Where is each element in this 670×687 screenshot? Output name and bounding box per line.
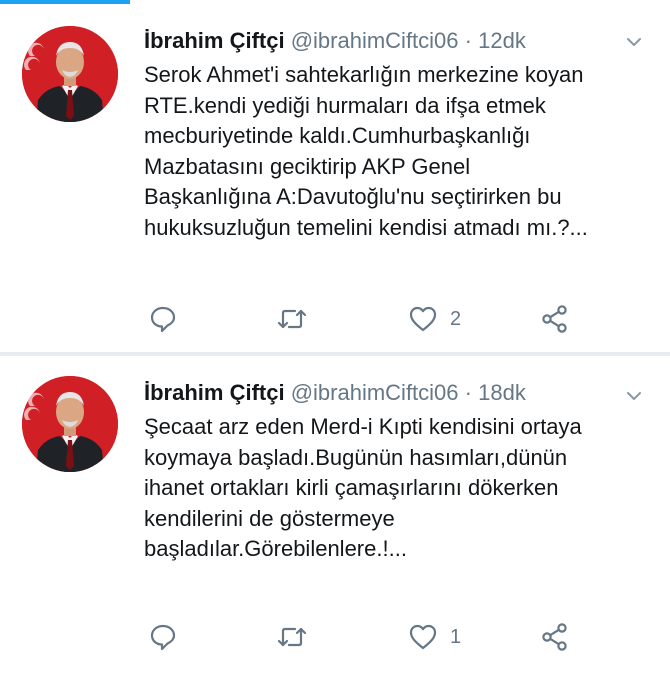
tweet-text-line: Mazbatasını geciktirip AKP Genel bbox=[144, 153, 471, 179]
chevron-down-icon[interactable] bbox=[626, 34, 642, 50]
reply-icon bbox=[150, 306, 176, 333]
tweet-text-line: Serok Ahmet'i sahtekarlığın merkezine ko… bbox=[144, 62, 584, 87]
tweet-text-line: Başkanlığına A:Davutoğlu'nu seçtirirken … bbox=[144, 184, 562, 209]
reply-button[interactable] bbox=[148, 620, 178, 654]
tweet-text-line: koymaya başladı.Bugünün hasımları,dünün bbox=[144, 444, 568, 470]
tweet-text-line: ihanet ortakları kirli çamaşırlarını dök… bbox=[144, 475, 559, 500]
like-button[interactable]: 1 bbox=[408, 620, 461, 654]
separator-dot: · bbox=[464, 28, 472, 53]
tweet-header: İbrahim Çiftçi @ibrahimCiftci06 · 18dk bbox=[144, 378, 640, 408]
tweet-text-line: başladılar.Görebilenlere.!... bbox=[144, 536, 407, 561]
tweet-text-line: hukuksuzluğun temelini kendisi atmadı mı… bbox=[144, 214, 588, 240]
share-button[interactable] bbox=[540, 620, 570, 654]
share-icon bbox=[542, 623, 567, 651]
author-name[interactable]: İbrahim Çiftçi bbox=[144, 28, 285, 53]
tweet-text-line: RTE.kendi yediği hurmaları da ifşa etmek bbox=[144, 92, 546, 118]
tweet-actions: 1 bbox=[0, 620, 670, 654]
tweet-actions: 2 bbox=[0, 302, 670, 336]
tweet-card[interactable]: İbrahim Çiftçi @ibrahimCiftci06 · 12dk S… bbox=[0, 0, 670, 352]
retweet-button[interactable] bbox=[276, 620, 308, 654]
tweet-text: Serok Ahmet'i sahtekarlığın merkezine ko… bbox=[144, 60, 644, 243]
like-count: 2 bbox=[450, 307, 462, 330]
share-icon bbox=[542, 305, 567, 333]
avatar[interactable] bbox=[22, 376, 118, 472]
timestamp[interactable]: 18dk bbox=[478, 380, 526, 405]
tweet-header: İbrahim Çiftçi @ibrahimCiftci06 · 12dk bbox=[144, 26, 640, 56]
tweet-text-line: mecburiyetinde kaldı.Cumhurbaşkanlığı bbox=[144, 123, 531, 148]
chevron-down-icon[interactable] bbox=[626, 388, 642, 404]
reply-button[interactable] bbox=[148, 302, 178, 336]
share-button[interactable] bbox=[540, 302, 570, 336]
tweet-card[interactable]: İbrahim Çiftçi @ibrahimCiftci06 · 18dk Ş… bbox=[0, 356, 670, 687]
author-handle[interactable]: @ibrahimCiftci06 bbox=[291, 28, 459, 53]
heart-icon bbox=[409, 306, 437, 332]
retweet-button[interactable] bbox=[276, 302, 308, 336]
retweet-icon bbox=[277, 627, 307, 647]
avatar[interactable] bbox=[22, 26, 118, 122]
author-handle[interactable]: @ibrahimCiftci06 bbox=[291, 380, 459, 405]
tweet-text-line: kendilerini de göstermeye bbox=[144, 505, 395, 531]
author-name[interactable]: İbrahim Çiftçi bbox=[144, 380, 285, 405]
timestamp[interactable]: 12dk bbox=[478, 28, 526, 53]
like-count: 1 bbox=[450, 625, 462, 648]
heart-icon bbox=[409, 624, 437, 650]
retweet-icon bbox=[277, 309, 307, 329]
like-button[interactable]: 2 bbox=[408, 302, 461, 336]
reply-icon bbox=[150, 624, 176, 651]
separator-dot: · bbox=[464, 380, 472, 405]
tweet-text: Şecaat arz eden Merd-i Kıpti kendisini o… bbox=[144, 412, 644, 565]
tweet-text-line: Şecaat arz eden Merd-i Kıpti kendisini o… bbox=[144, 414, 582, 439]
